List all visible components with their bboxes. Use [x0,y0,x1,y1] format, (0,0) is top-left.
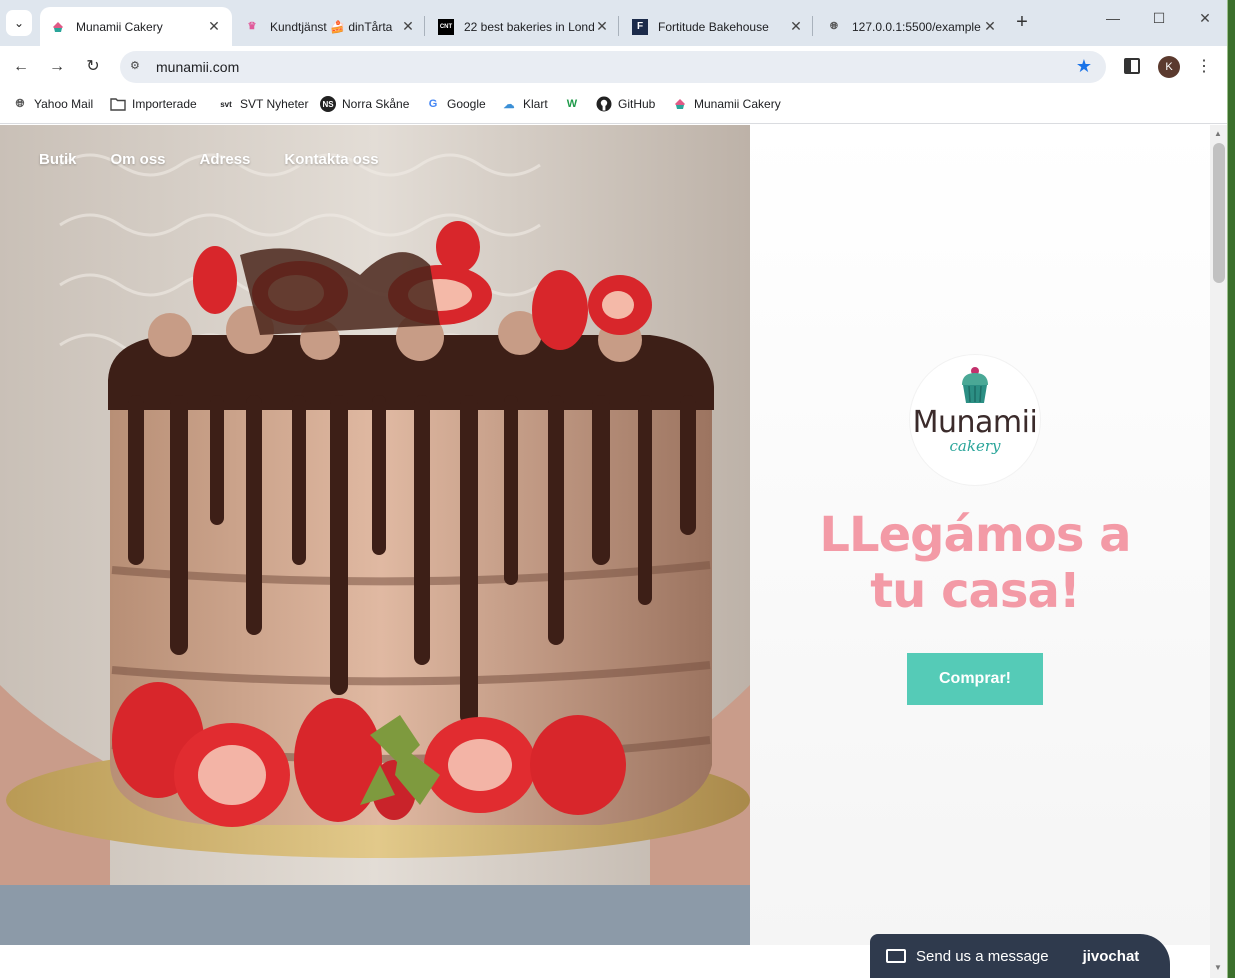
close-tab-icon[interactable]: ✕ [594,18,610,35]
logo-brand: Munamii [912,405,1038,440]
site-nav: Butik Om oss Adress Kontakta oss [39,151,413,168]
tab-dintarta[interactable]: ♛ Kundtjänst 🍰 dinTårta ✕ [234,7,426,46]
bookmark-klart[interactable]: ☁ Klart [501,96,548,112]
forward-arrow-icon[interactable]: → [46,56,68,78]
munamii-icon [672,96,688,112]
tab-title: Munamii Cakery [76,19,163,34]
tab-fortitude[interactable]: F Fortitude Bakehouse ✕ [622,7,814,46]
tab-bakeries-london[interactable]: CNT 22 best bakeries in London ✕ [428,7,620,46]
maximize-button[interactable]: ☐ [1136,10,1182,27]
tab-title: Fortitude Bakehouse [658,19,769,34]
back-arrow-icon[interactable]: ← [10,56,32,78]
tab-localhost[interactable]: 🌐︎ 127.0.0.1:5500/example ✕ [816,7,1008,46]
w-icon: W [566,98,578,110]
cnt-favicon: CNT [438,18,454,35]
bookmark-importerade[interactable]: Importerade [110,96,197,112]
scroll-down-icon[interactable]: ▼ [1214,963,1222,972]
bookmark-munamii[interactable]: Munamii Cakery [672,96,781,112]
tab-title: 22 best bakeries in London [464,19,594,34]
close-tab-icon[interactable]: ✕ [788,18,804,35]
url-text[interactable]: munamii.com [156,59,239,75]
github-icon [596,96,612,112]
svt-icon: svt [220,99,232,109]
nav-butik[interactable]: Butik [39,151,77,168]
tab-title: Kundtjänst 🍰 dinTårta [270,19,393,34]
crown-favicon: ♛ [247,21,257,32]
new-tab-button[interactable]: + [1012,12,1032,34]
hero-headline: LLegámos a tu casa! [819,507,1131,619]
bookmark-w[interactable]: W [564,96,586,112]
tab-strip: ⌄ Munamii Cakery ✕ ♛ Kundtjänst 🍰 dinTår… [0,0,1227,46]
buy-button[interactable]: Comprar! [907,653,1043,705]
cloud-icon: ☁ [503,98,515,111]
browser-window: ⌄ Munamii Cakery ✕ ♛ Kundtjänst 🍰 dinTår… [0,0,1228,978]
close-window-button[interactable]: ✕ [1182,10,1227,27]
bookmark-norra-skane[interactable]: NS Norra Skåne [320,96,409,112]
envelope-icon [886,949,906,963]
tab-search-button[interactable]: ⌄ [6,10,32,36]
globe-icon: 🌐︎ [15,97,25,110]
bookmark-google[interactable]: G Google [425,96,486,112]
scroll-up-icon[interactable]: ▲ [1214,129,1222,138]
hero-cake-image: Butik Om oss Adress Kontakta oss [0,125,750,945]
cake-illustration [0,125,750,945]
browser-toolbar: ← → ↻ ⚙ munamii.com ★ K ⋮ [0,46,1227,88]
tab-munamii[interactable]: Munamii Cakery ✕ [40,7,232,46]
close-tab-icon[interactable]: ✕ [400,18,416,35]
profile-avatar[interactable]: K [1158,56,1180,78]
bookmark-star-icon[interactable]: ★ [1076,56,1092,77]
munamii-favicon [50,19,66,35]
cupcake-icon [962,367,988,403]
folder-icon [110,96,126,112]
address-bar[interactable]: ⚙ munamii.com ★ [120,51,1106,83]
minimize-button[interactable]: — [1090,10,1136,26]
globe-favicon: 🌐︎ [830,21,838,32]
site-info-icon[interactable]: ⚙ [130,59,146,75]
bookmark-github[interactable]: GitHub [596,96,655,112]
bookmark-svt[interactable]: svt SVT Nyheter [218,96,308,112]
munamii-logo: Munamii cakery [910,355,1040,485]
close-tab-icon[interactable]: ✕ [982,18,998,35]
nav-om-oss[interactable]: Om oss [111,151,166,168]
page-content: Butik Om oss Adress Kontakta oss Munamii… [0,125,1210,978]
tab-title: 127.0.0.1:5500/example [852,19,981,34]
nav-kontakta-oss[interactable]: Kontakta oss [284,151,378,168]
nav-adress[interactable]: Adress [200,151,251,168]
f-favicon: F [632,18,648,35]
bookmark-yahoo-mail[interactable]: 🌐︎ Yahoo Mail [12,96,94,112]
side-panel-icon[interactable] [1124,58,1140,74]
bookmarks-bar: 🌐︎ Yahoo Mail Importerade svt SVT Nyhete… [0,88,1227,124]
scrollbar-thumb[interactable] [1213,143,1225,283]
chat-message-label[interactable]: Send us a message [916,948,1049,965]
logo-sub: cakery [949,437,1001,455]
hero-right-panel: Munamii cakery LLegámos a tu casa! Compr… [750,125,1210,945]
reload-icon[interactable]: ↻ [82,56,104,78]
google-icon: G [428,98,438,110]
chat-widget[interactable]: Send us a message jivochat [870,934,1170,978]
chat-brand: jivochat [1082,947,1140,965]
page-scrollbar[interactable]: ▲ ▼ [1210,125,1227,978]
ns-icon: NS [320,96,336,112]
menu-kebab-icon[interactable]: ⋮ [1196,56,1212,78]
close-tab-icon[interactable]: ✕ [206,18,222,35]
